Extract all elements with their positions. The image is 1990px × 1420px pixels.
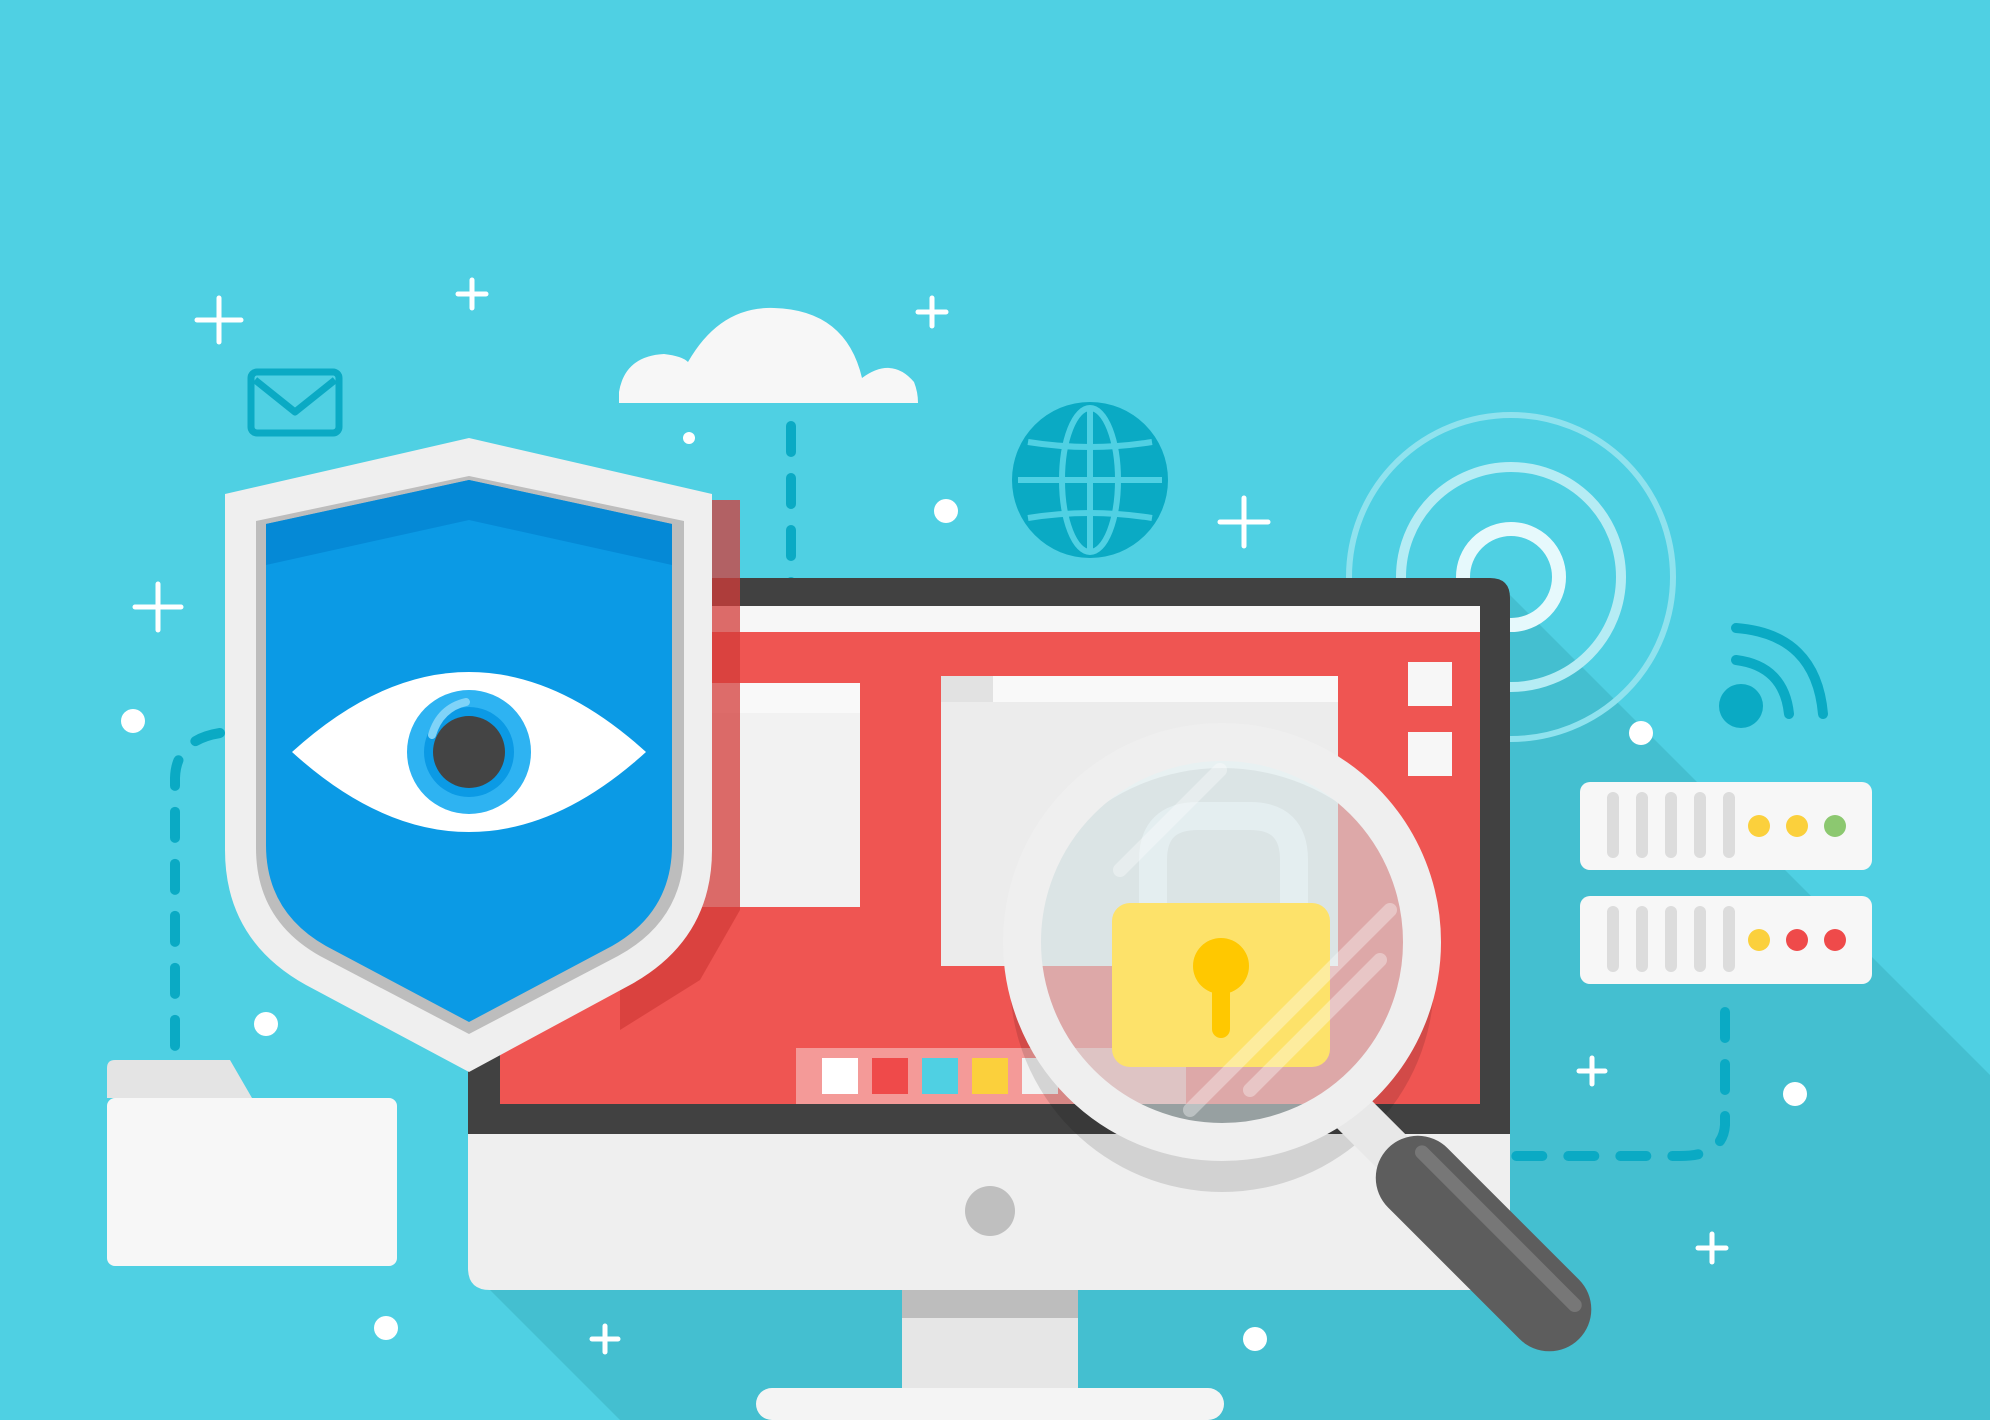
server-icon xyxy=(1580,782,1872,870)
security-illustration xyxy=(0,0,1990,1420)
dot xyxy=(934,499,958,523)
status-light xyxy=(1786,815,1808,837)
status-light xyxy=(1824,815,1846,837)
dot xyxy=(121,709,145,733)
taskbar-swatch xyxy=(922,1058,958,1094)
status-light xyxy=(1748,815,1770,837)
dot xyxy=(1629,721,1653,745)
dot xyxy=(1243,1327,1267,1351)
globe-icon xyxy=(1012,402,1168,558)
dot xyxy=(1783,1082,1807,1106)
taskbar-swatches xyxy=(822,1058,1058,1094)
shield-eye-icon xyxy=(225,438,712,1072)
status-light xyxy=(1786,929,1808,951)
status-light xyxy=(1748,929,1770,951)
desktop-icon-tile xyxy=(1408,662,1452,706)
desktop-icon-tile xyxy=(1408,732,1452,776)
taskbar-swatch xyxy=(872,1058,908,1094)
dot xyxy=(254,1012,278,1036)
taskbar-swatch xyxy=(822,1058,858,1094)
status-light xyxy=(1824,929,1846,951)
taskbar-swatch xyxy=(972,1058,1008,1094)
dot xyxy=(374,1316,398,1340)
dot xyxy=(683,432,695,444)
monitor-power-button xyxy=(965,1186,1015,1236)
server-icon xyxy=(1580,896,1872,984)
